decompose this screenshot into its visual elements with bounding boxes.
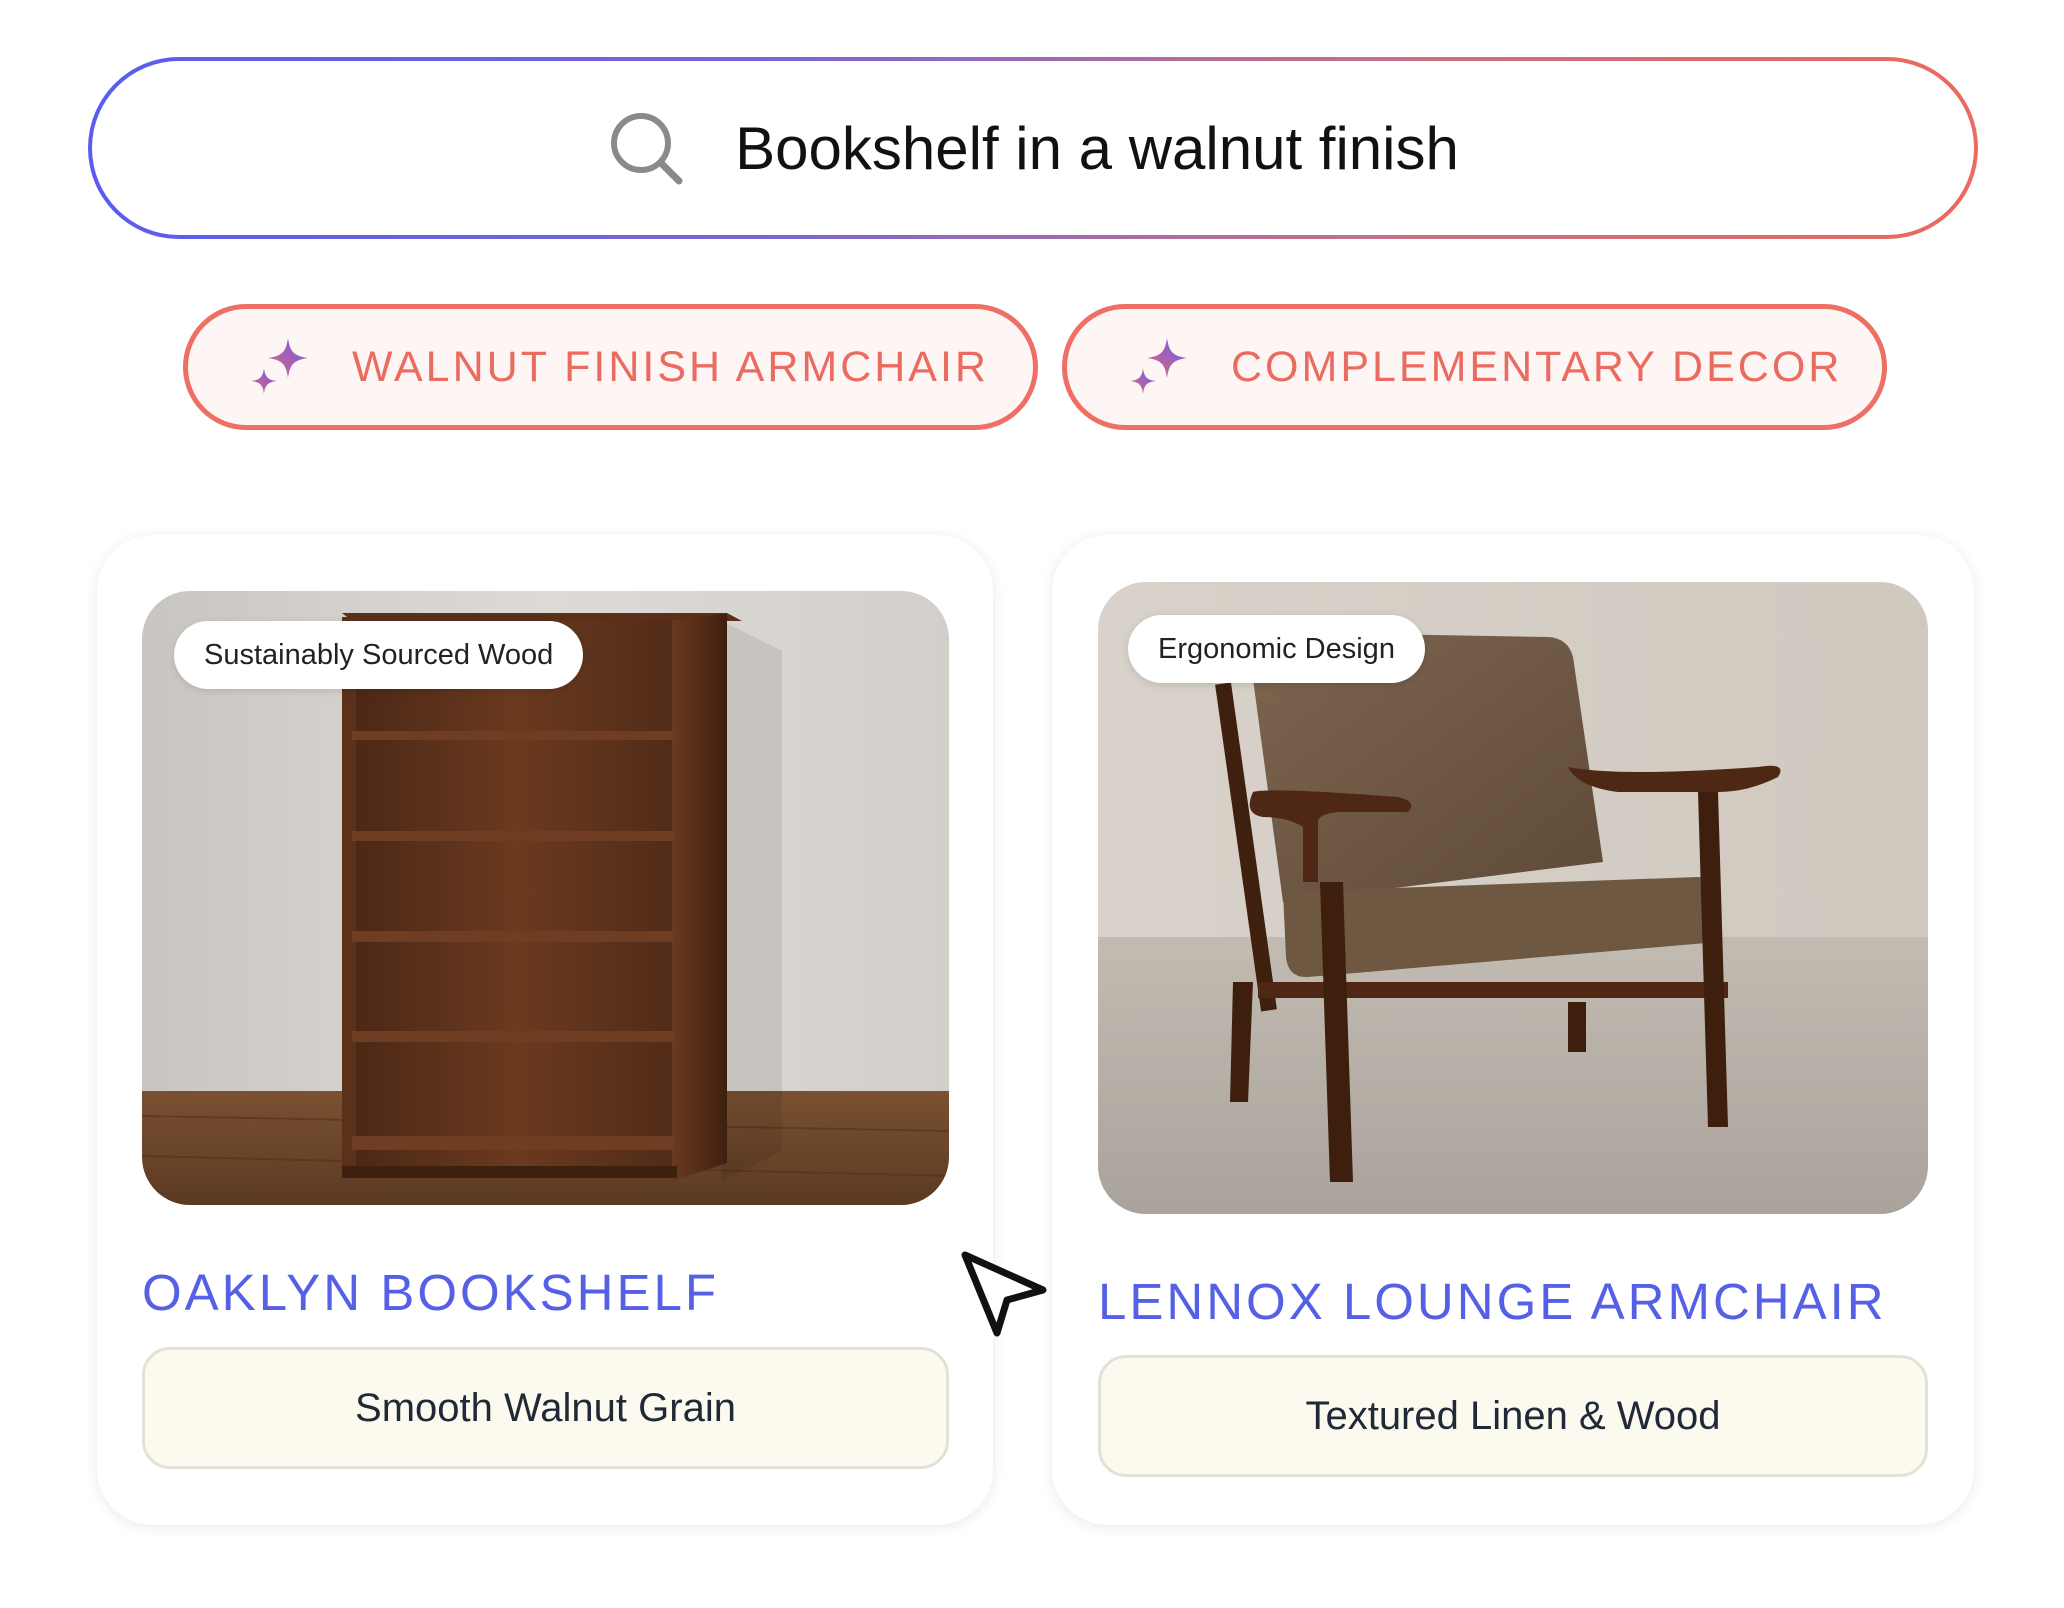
search-icon [607, 109, 685, 187]
product-card-oaklyn-bookshelf[interactable]: Sustainably Sourced Wood OAKLYN BOOKSHEL… [97, 535, 993, 1525]
search-field[interactable]: Bookshelf in a walnut finish [92, 61, 1974, 235]
product-badge: Ergonomic Design [1128, 615, 1425, 683]
suggestion-label: COMPLEMENTARY DECOR [1231, 342, 1843, 391]
sparkle-icon [1127, 336, 1193, 398]
search-bar[interactable]: Bookshelf in a walnut finish [88, 57, 1978, 239]
product-badge: Sustainably Sourced Wood [174, 621, 584, 689]
product-image-bookshelf[interactable]: Sustainably Sourced Wood [142, 591, 949, 1205]
product-card-lennox-armchair[interactable]: Ergonomic Design LENNOX LOUNGE ARMCHAIR … [1052, 535, 1974, 1525]
suggestion-chip-complementary-decor[interactable]: COMPLEMENTARY DECOR [1062, 304, 1887, 430]
product-title[interactable]: LENNOX LOUNGE ARMCHAIR [1098, 1272, 1887, 1331]
sparkle-icon [248, 336, 314, 398]
mouse-cursor-icon [955, 1245, 1055, 1345]
product-feature: Textured Linen & Wood [1098, 1355, 1928, 1477]
suggestion-label: WALNUT FINISH ARMCHAIR [352, 342, 989, 391]
product-feature: Smooth Walnut Grain [142, 1347, 949, 1469]
product-image-armchair[interactable]: Ergonomic Design [1098, 582, 1928, 1214]
suggestion-chip-walnut-armchair[interactable]: WALNUT FINISH ARMCHAIR [183, 304, 1038, 430]
product-title[interactable]: OAKLYN BOOKSHELF [142, 1263, 719, 1322]
search-query[interactable]: Bookshelf in a walnut finish [735, 114, 1459, 183]
